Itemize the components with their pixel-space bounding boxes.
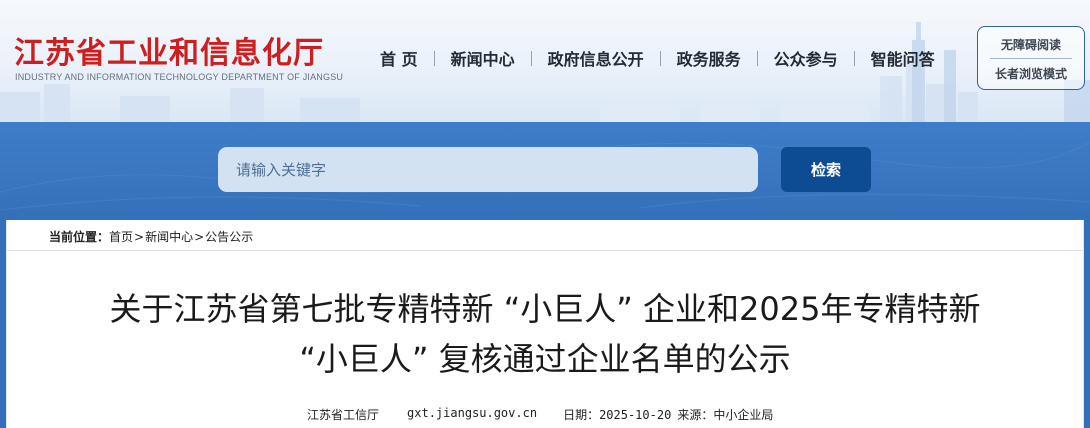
nav-item-home[interactable]: 首 页 (380, 46, 418, 70)
site-header: 江苏省工业和信息化厅 INDUSTRY AND INFORMATION TECH… (0, 0, 1090, 122)
article-date: 日期：2025-10-20 (563, 408, 672, 422)
article-title-line-1: 关于江苏省第七批专精特新 “小巨人” 企业和2025年专精特新 (109, 290, 981, 328)
search-button[interactable]: 检索 (781, 147, 871, 192)
nav-separator (853, 50, 855, 66)
accessibility-divider (990, 58, 1072, 59)
article-site: gxt.jiangsu.gov.cn (407, 406, 538, 420)
breadcrumb-home[interactable]: 首页 (109, 228, 133, 245)
breadcrumb-separator: > (134, 229, 145, 244)
nav-item-smart-qa[interactable]: 智能问答 (871, 46, 935, 70)
nav-item-services[interactable]: 政务服务 (677, 46, 741, 70)
site-logo-subtitle: INDUSTRY AND INFORMATION TECHNOLOGY DEPA… (15, 72, 344, 82)
article-origin: 来源：中小企业局 (677, 408, 774, 422)
nav-separator (530, 50, 532, 66)
nav-item-participation[interactable]: 公众参与 (774, 46, 838, 70)
accessible-reading-link[interactable]: 无障碍阅读 (978, 36, 1084, 53)
accessibility-panel: 无障碍阅读 长者浏览模式 (977, 26, 1085, 90)
breadcrumb-separator: > (194, 229, 205, 244)
nav-item-news[interactable]: 新闻中心 (451, 46, 515, 70)
article-meta: 江苏省工信厅 gxt.jiangsu.gov.cn 日期：2025-10-20 … (307, 406, 773, 423)
search-band: 检索 (0, 122, 1090, 220)
breadcrumb-notices[interactable]: 公告公示 (205, 228, 253, 245)
site-logo-title[interactable]: 江苏省工业和信息化厅 (14, 28, 324, 72)
page-side-right (1084, 220, 1090, 428)
breadcrumb-label: 当前位置： (49, 230, 110, 244)
breadcrumb-divider (7, 250, 1083, 251)
main-nav: 首 页 新闻中心 政府信息公开 政务服务 公众参与 智能问答 (380, 46, 935, 70)
article-source: 江苏省工信厅 (307, 408, 380, 422)
breadcrumb-news[interactable]: 新闻中心 (145, 228, 193, 245)
article-title-line-2: “小巨人” 复核通过企业名单的公示 (299, 340, 791, 378)
content-panel: 当前位置： 首页 > 新闻中心 > 公告公示 关于江苏省第七批专精特新 “小巨人… (6, 220, 1084, 428)
nav-separator (756, 50, 758, 66)
elder-mode-link[interactable]: 长者浏览模式 (978, 65, 1084, 82)
search-input[interactable] (218, 147, 758, 192)
nav-separator (659, 50, 661, 66)
nav-item-gov-info[interactable]: 政府信息公开 (548, 46, 644, 70)
article-title: 关于江苏省第七批专精特新 “小巨人” 企业和2025年专精特新 “小巨人” 复核… (7, 284, 1083, 384)
breadcrumb: 当前位置： 首页 > 新闻中心 > 公告公示 (49, 228, 253, 245)
nav-separator (433, 50, 435, 66)
